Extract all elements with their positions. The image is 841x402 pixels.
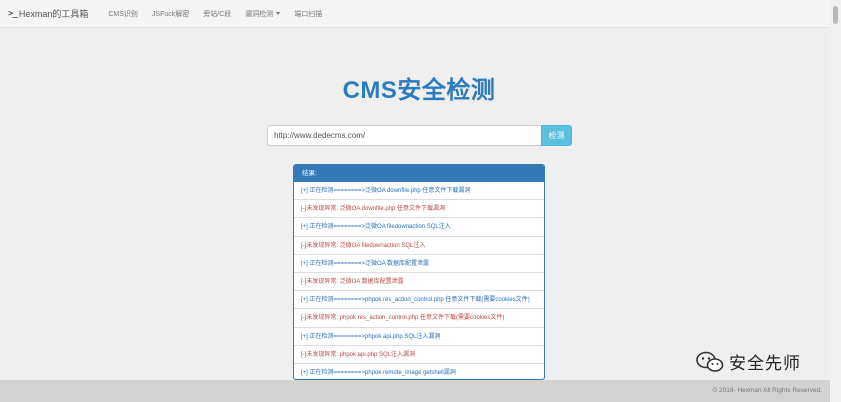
result-item: [+] 正在检测========>phpok api.php SQL注入漏洞 xyxy=(294,328,544,346)
page-title: CMS安全检测 xyxy=(342,77,496,104)
nav-item-cms-identify[interactable]: CMS识别 xyxy=(108,9,138,19)
detect-button[interactable]: 检测 xyxy=(541,125,572,146)
result-item: [+] 正在检测========>phpok res_action_contro… xyxy=(294,291,544,310)
results-list[interactable]: [+] 正在检测========>泛微OA downfile.php 任意文件下… xyxy=(294,182,544,379)
caret-down-icon xyxy=(276,12,281,16)
nav-item-port-scan[interactable]: 端口扫描 xyxy=(294,9,322,19)
result-item: [+] 正在检测========>泛微OA downfile.php 任意文件下… xyxy=(294,182,544,201)
result-item: [+] 正在检测========>泛微OA 数据库配置泄露 xyxy=(294,255,544,273)
watermark: 安全先师 xyxy=(696,349,801,374)
result-item: [+] 正在检测========>phpok remote_image gets… xyxy=(294,364,544,379)
result-item: [-]未发现异常: 泛微OA filedownaction SQL注入 xyxy=(294,237,544,255)
result-item: [-]未发现异常: phpok res_action_control.php 任… xyxy=(294,309,544,328)
nav-item-vuln-detect-label: 漏洞检测 xyxy=(245,10,274,18)
page: >_ Hexman的工具箱 CMS识别 JSFuck解密 旁站/C段 漏洞检测 … xyxy=(0,0,841,402)
results-panel: 结果: [+] 正在检测========>泛微OA downfile.php 任… xyxy=(293,164,545,380)
wechat-icon xyxy=(696,351,724,372)
brand[interactable]: >_ Hexman的工具箱 xyxy=(8,7,88,20)
nav-item-vuln-detect-dropdown[interactable]: 漏洞检测 xyxy=(245,9,281,19)
results-heading: 结果: xyxy=(294,165,544,182)
scrollbar-thumb[interactable] xyxy=(833,6,838,24)
brand-title: Hexman的工具箱 xyxy=(18,9,89,19)
result-item: [-]未发现异常: 泛微OA 数据库配置泄露 xyxy=(294,273,544,292)
footer-copyright: © 2018- Hexman All Rights Reserved. xyxy=(712,387,822,394)
terminal-icon: >_ xyxy=(8,8,18,19)
result-item: [+] 正在检测========>泛微OA filedownaction SQL… xyxy=(294,218,544,237)
footer: © 2018- Hexman All Rights Reserved. xyxy=(0,380,830,402)
result-item: [-]未发现异常: phpok api.php SQL注入漏洞 xyxy=(294,346,544,364)
nav-item-jsfuck-decrypt[interactable]: JSFuck解密 xyxy=(152,9,189,19)
top-navbar: >_ Hexman的工具箱 CMS识别 JSFuck解密 旁站/C段 漏洞检测 … xyxy=(0,0,830,28)
watermark-text: 安全先师 xyxy=(729,354,801,373)
nav-item-side-site-c-segment[interactable]: 旁站/C段 xyxy=(203,9,231,19)
url-input[interactable] xyxy=(267,125,541,146)
scrollbar-track[interactable] xyxy=(830,0,841,402)
result-item: [-]未发现异常: 泛微OA downfile.php 任意文件下载漏洞 xyxy=(294,200,544,219)
